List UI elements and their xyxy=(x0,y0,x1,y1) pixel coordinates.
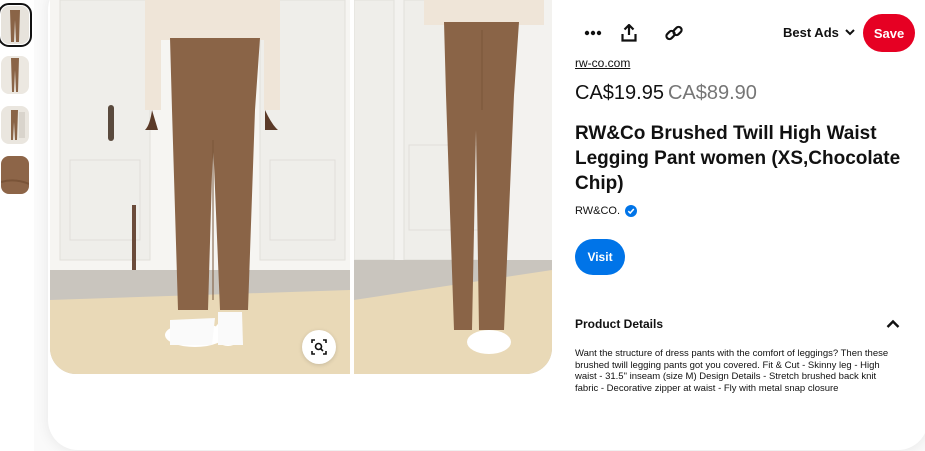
thumbnail-1[interactable] xyxy=(0,3,32,47)
source-domain-link[interactable]: rw-co.com xyxy=(575,56,630,70)
thumbnail-2[interactable] xyxy=(1,56,29,94)
thumbnail-strip xyxy=(0,0,34,451)
board-selector[interactable]: Best Ads xyxy=(783,25,855,40)
share-button[interactable] xyxy=(616,20,642,46)
product-details-heading: Product Details xyxy=(575,317,664,331)
brand-row[interactable]: RW&CO. xyxy=(575,205,638,217)
brand-name: RW&CO. xyxy=(575,205,621,217)
share-upload-icon xyxy=(621,24,637,42)
more-options-button[interactable] xyxy=(580,20,606,46)
thumbnail-4[interactable] xyxy=(1,156,29,194)
product-details-header[interactable]: Product Details xyxy=(575,315,901,333)
thumbnail-3[interactable] xyxy=(1,106,29,144)
original-price: CA$89.90 xyxy=(667,82,757,104)
product-title: RW&Co Brushed Twill High Waist Legging P… xyxy=(575,123,901,194)
pin-toolbar: Best Ads Save xyxy=(575,14,915,52)
more-dots-icon xyxy=(584,30,602,36)
copy-link-button[interactable] xyxy=(661,20,687,46)
visual-search-button[interactable] xyxy=(302,330,336,364)
product-image-back[interactable] xyxy=(354,0,552,374)
pin-closeup-page: Best Ads Save rw-co.com CA$19.95 CA$89.9… xyxy=(0,0,925,451)
price-row: CA$19.95 CA$89.90 xyxy=(575,82,757,105)
link-icon xyxy=(665,25,683,41)
current-price: CA$19.95 xyxy=(575,82,664,104)
pin-details-panel: Best Ads Save rw-co.com CA$19.95 CA$89.9… xyxy=(575,0,925,451)
chevron-up-icon[interactable] xyxy=(885,316,901,332)
visual-search-icon xyxy=(311,339,327,355)
board-selector-label: Best Ads xyxy=(783,25,839,40)
product-image-gallery[interactable] xyxy=(50,0,552,374)
product-image-front[interactable] xyxy=(50,0,350,374)
save-button[interactable]: Save xyxy=(863,14,915,52)
product-details-description: Want the structure of dress pants with t… xyxy=(575,348,889,394)
verified-check-icon xyxy=(625,205,638,217)
visit-button[interactable]: Visit xyxy=(575,239,625,275)
chevron-down-icon xyxy=(845,29,855,36)
